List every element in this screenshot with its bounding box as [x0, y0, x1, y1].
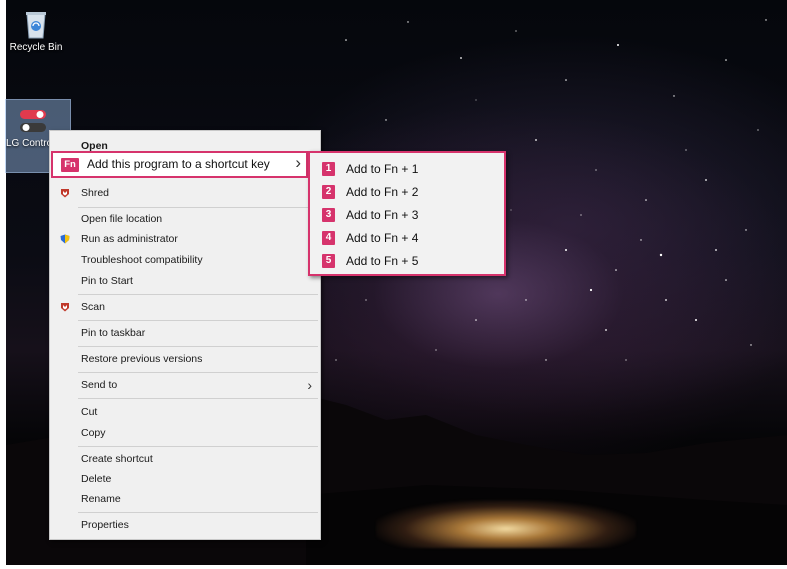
recycle-bin-icon — [26, 12, 46, 39]
menu-item-create-shortcut[interactable]: Create shortcut — [50, 449, 320, 469]
menu-separator — [78, 512, 318, 513]
submenu-item-label: Add to Fn + 5 — [346, 254, 419, 268]
desktop-icon-recycle-bin[interactable]: Recycle Bin — [6, 6, 66, 70]
number-badge-icon: 4 — [322, 231, 335, 245]
menu-separator — [78, 207, 318, 208]
menu-item-send-to[interactable]: Send to › — [50, 375, 320, 395]
menu-item-copy[interactable]: Copy — [50, 423, 320, 443]
menu-item-label: Copy — [81, 427, 106, 439]
submenu-item-label: Add to Fn + 3 — [346, 208, 419, 222]
menu-item-label: Pin to Start — [81, 275, 133, 287]
submenu-item-fn-2[interactable]: 2 Add to Fn + 2 — [310, 181, 504, 203]
menu-item-label: Properties — [81, 519, 129, 531]
horizon-glow — [376, 500, 636, 548]
menu-item-label: Create shortcut — [81, 453, 153, 465]
menu-item-label: Shred — [81, 187, 110, 199]
submenu-item-label: Add to Fn + 2 — [346, 185, 419, 199]
number-badge-icon: 1 — [322, 162, 335, 176]
menu-item-label: Send to — [81, 379, 118, 391]
menu-item-cut[interactable]: Cut — [50, 402, 320, 422]
menu-item-add-shortcut-key[interactable]: Fn Add this program to a shortcut key › — [51, 151, 308, 178]
menu-item-shred[interactable]: Shred — [50, 183, 320, 203]
shortcut-key-submenu: 1 Add to Fn + 1 2 Add to Fn + 2 3 Add to… — [308, 151, 506, 276]
menu-item-delete[interactable]: Delete — [50, 469, 320, 489]
menu-item-label: Cut — [81, 406, 98, 418]
submenu-item-label: Add to Fn + 1 — [346, 162, 419, 176]
chevron-right-icon: › — [307, 377, 312, 393]
menu-separator — [78, 320, 318, 321]
menu-item-label: Troubleshoot compatibility — [81, 254, 203, 266]
menu-item-label: Add this program to a shortcut key — [87, 157, 270, 171]
menu-item-pin-to-start[interactable]: Pin to Start — [50, 271, 320, 291]
menu-item-label: Restore previous versions — [81, 353, 203, 365]
menu-separator — [78, 372, 318, 373]
menu-item-troubleshoot-compatibility[interactable]: Troubleshoot compatibility — [50, 250, 320, 270]
menu-item-label: Delete — [81, 473, 112, 485]
submenu-item-fn-4[interactable]: 4 Add to Fn + 4 — [310, 227, 504, 249]
fn-key-icon: Fn — [61, 158, 79, 172]
menu-separator — [78, 294, 318, 295]
number-badge-icon: 2 — [322, 185, 335, 199]
menu-item-run-as-administrator[interactable]: Run as administrator — [50, 229, 320, 249]
menu-separator — [78, 398, 318, 399]
menu-item-label: Pin to taskbar — [81, 327, 146, 339]
mcafee-shield-icon — [61, 303, 69, 312]
number-badge-icon: 3 — [322, 208, 335, 222]
submenu-item-fn-1[interactable]: 1 Add to Fn + 1 — [310, 158, 504, 180]
menu-item-scan[interactable]: Scan — [50, 297, 320, 317]
submenu-item-fn-5[interactable]: 5 Add to Fn + 5 — [310, 250, 504, 272]
uac-shield-icon — [60, 234, 70, 244]
menu-item-pin-to-taskbar[interactable]: Pin to taskbar — [50, 323, 320, 343]
context-menu: Open Shred Open file location Run as adm… — [49, 130, 321, 540]
menu-item-open-file-location[interactable]: Open file location — [50, 209, 320, 229]
menu-item-label: Open file location — [81, 213, 163, 225]
chevron-right-icon: › — [295, 153, 301, 172]
number-badge-icon: 5 — [322, 254, 335, 268]
desktop-icon-label: Recycle Bin — [9, 42, 63, 53]
menu-item-label: Scan — [81, 301, 105, 313]
menu-item-label: Run as administrator — [81, 233, 178, 245]
menu-separator — [78, 446, 318, 447]
submenu-item-fn-3[interactable]: 3 Add to Fn + 3 — [310, 204, 504, 226]
menu-item-restore-previous-versions[interactable]: Restore previous versions — [50, 349, 320, 369]
menu-separator — [78, 346, 318, 347]
toggle-switches-icon — [20, 110, 46, 132]
menu-item-rename[interactable]: Rename — [50, 489, 320, 509]
submenu-item-label: Add to Fn + 4 — [346, 231, 419, 245]
menu-item-label: Rename — [81, 493, 121, 505]
mcafee-shield-icon — [61, 189, 69, 198]
menu-item-properties[interactable]: Properties — [50, 515, 320, 535]
